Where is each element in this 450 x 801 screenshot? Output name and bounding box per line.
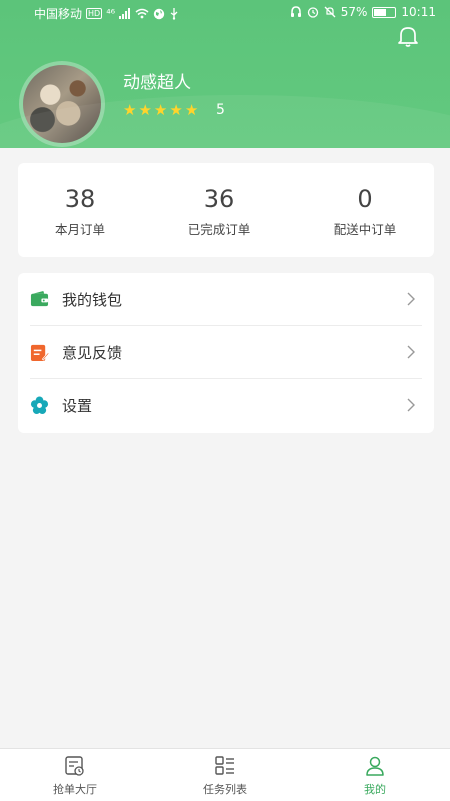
menu-item-settings[interactable]: 设置 [18,379,434,432]
feedback-icon [30,344,49,362]
chevron-right-icon [407,345,415,359]
chevron-right-icon [407,292,415,306]
menu-item-label: 我的钱包 [62,291,123,309]
menu-item-label: 意见反馈 [62,344,123,362]
stat-label: 已完成订单 [187,222,251,237]
clock: 10:11 [401,5,436,19]
rating-stars: ★ ★ ★ ★ ★ [123,103,198,118]
stat-value: 38 [64,185,96,213]
stat-label: 配送中订单 [333,222,397,237]
order-hall-icon [65,756,84,776]
star-icon: ★ [184,101,199,119]
star-icon: ★ [138,101,152,119]
order-stats-card: 38 本月订单 36 已完成订单 0 配送中订单 [18,163,434,257]
stat-delivering-orders[interactable]: 0 配送中订单 [295,185,435,238]
stat-completed-orders[interactable]: 36 已完成订单 [149,185,289,238]
tab-label: 任务列表 [203,783,247,796]
stat-monthly-orders[interactable]: 38 本月订单 [10,185,150,238]
status-bar: 中国移动 HD ⁴⁶ 57% 10:11 [0,0,450,26]
wifi-icon [135,8,149,19]
star-icon: ★ [169,101,183,119]
headset-icon [290,6,301,17]
signal-icon [119,8,131,19]
hd-badge: HD [86,8,103,19]
wallet-icon [30,290,49,307]
carrier-label: 中国移动 [34,7,83,21]
globe-icon [153,8,165,19]
chevron-right-icon [407,398,415,412]
menu-item-label: 设置 [62,397,93,415]
stat-value: 0 [357,185,373,213]
battery-percent: 57% [340,5,368,19]
menu-card: 我的钱包 意见反馈 设置 [18,273,434,433]
menu-item-feedback[interactable]: 意见反馈 [18,326,434,379]
stat-label: 本月订单 [54,222,105,237]
star-icon: ★ [123,101,137,119]
avatar[interactable] [19,61,105,147]
mute-icon [324,6,336,18]
profile-header: 中国移动 HD ⁴⁶ 57% 10:11 动感超人 ★ ★ ★ ★ ★ 5 [0,0,450,148]
tab-task-list[interactable]: 任务列表 [175,755,275,797]
bell-icon[interactable] [396,24,420,48]
signal-label: ⁴⁶ [106,6,116,20]
bottom-tab-bar: 抢单大厅 任务列表 我的 [0,748,450,801]
username: 动感超人 [123,73,191,93]
menu-item-wallet[interactable]: 我的钱包 [18,273,434,326]
battery-level [374,8,386,16]
tab-label: 抢单大厅 [53,783,97,796]
alarm-icon [307,7,318,18]
profile-icon [366,756,384,776]
stat-value: 36 [203,185,235,213]
task-list-icon [215,756,234,775]
tab-label: 我的 [364,783,386,796]
battery-icon [372,6,397,18]
avatar-image [23,65,101,143]
rating-value: 5 [216,102,225,118]
star-icon: ★ [153,101,168,119]
tab-order-hall[interactable]: 抢单大厅 [25,755,125,797]
usb-icon [170,7,178,20]
settings-icon [30,396,49,415]
tab-profile[interactable]: 我的 [325,755,425,797]
